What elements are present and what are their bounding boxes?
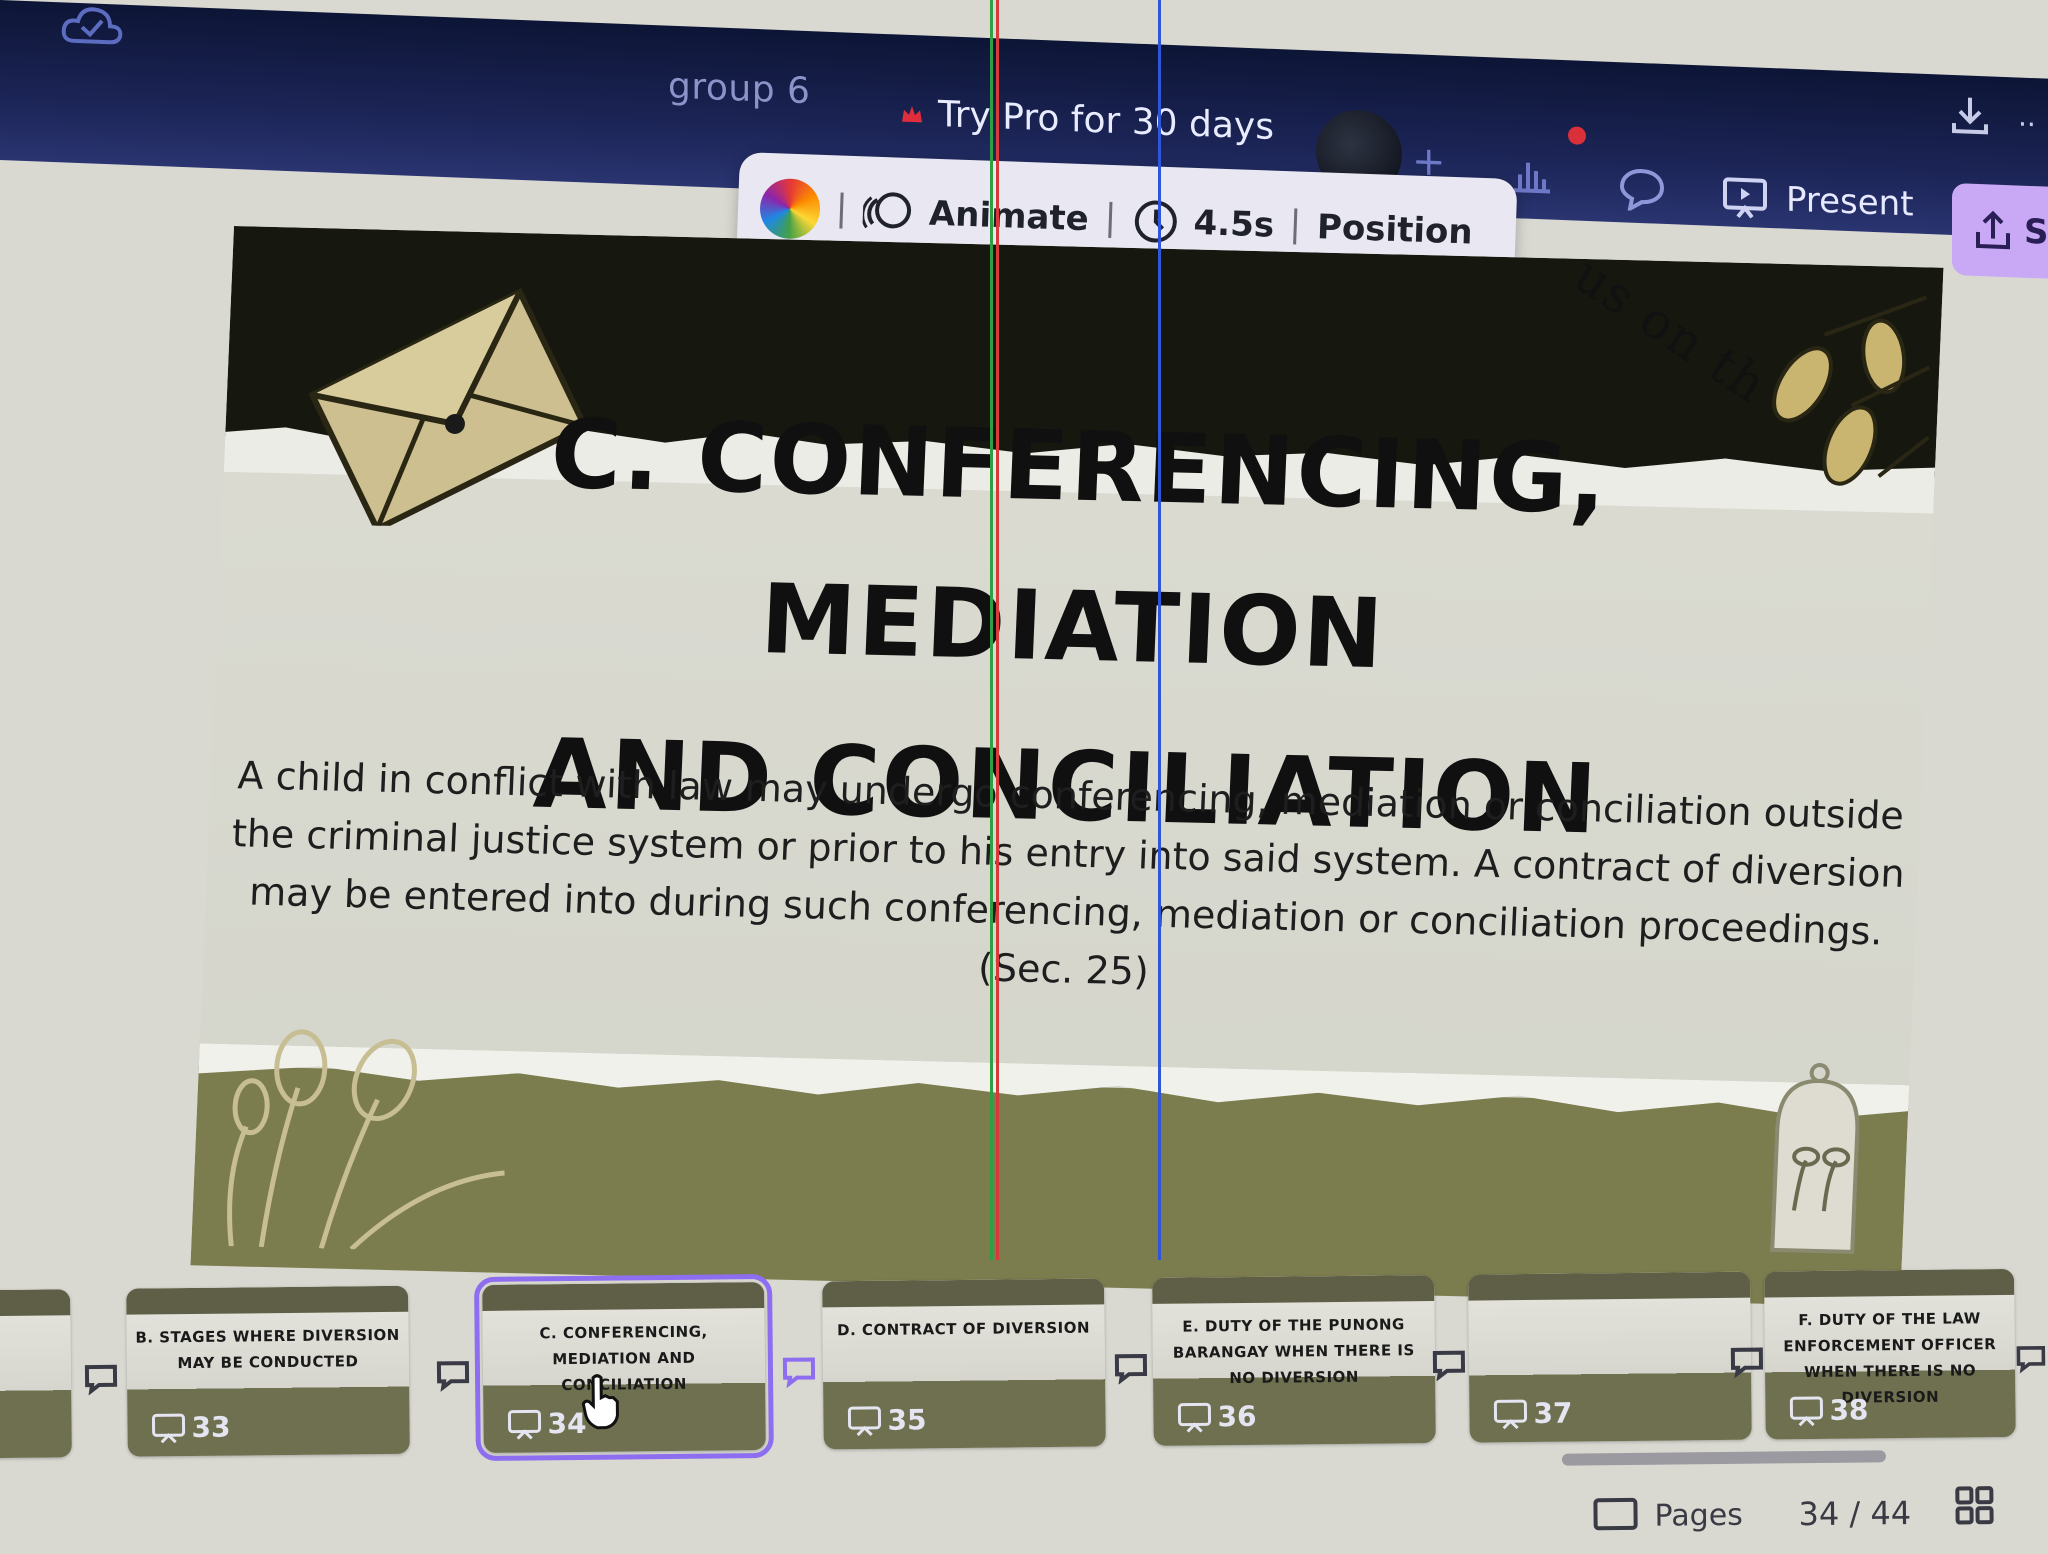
page-number-label: 35 — [887, 1403, 927, 1437]
present-button[interactable]: Present — [1722, 176, 1914, 225]
thumbnail-title — [1476, 1308, 1742, 1311]
slide-title-line1: C. CONFERENCING, MEDIATION — [548, 397, 1611, 691]
page-number-label: 36 — [1217, 1399, 1257, 1434]
animate-icon — [862, 192, 912, 229]
thumbnail-header — [126, 1285, 409, 1315]
notification-dot — [1568, 126, 1586, 145]
timing-button[interactable]: 4.5s — [1131, 197, 1275, 250]
thumbnail-header — [0, 1289, 71, 1319]
thumbnail-scrollbar[interactable] — [1561, 1450, 1887, 1466]
try-pro-link[interactable]: Try Pro for 30 days — [900, 93, 1274, 148]
thumbnail-header — [1468, 1271, 1751, 1301]
page-thumbnail[interactable]: 37 — [1468, 1271, 1752, 1443]
insights-chart-icon[interactable] — [1510, 154, 1554, 196]
comment-icon[interactable] — [1618, 166, 1666, 213]
crown-icon — [902, 105, 922, 122]
page-thumbnail-selected[interactable]: C. CONFERENCING, MEDIATION AND CONCILIAT… — [474, 1273, 774, 1462]
slide-body-text[interactable]: A child in conflict with law may undergo… — [222, 746, 1911, 1019]
color-picker-icon[interactable] — [759, 177, 822, 240]
page-thumbnail-strip: B. STAGES WHERE DIVERSION MAY BE CONDUCT… — [0, 1259, 2048, 1536]
slide-icon — [1789, 1395, 1824, 1426]
thumbnail-header — [1152, 1274, 1435, 1304]
slide-icon — [151, 1413, 186, 1443]
cloud-saved-icon[interactable] — [60, 2, 124, 48]
page-thumbnail[interactable]: B. STAGES WHERE DIVERSION MAY BE CONDUCT… — [126, 1285, 410, 1457]
duration-label: 4.5s — [1192, 202, 1275, 246]
page-number-label: 33 — [191, 1410, 231, 1445]
slide-icon — [847, 1405, 882, 1436]
page-number-label: 37 — [1533, 1396, 1573, 1430]
toolbar-divider — [839, 192, 844, 229]
thumbnail-page-number: 37 — [1493, 1396, 1573, 1431]
notes-icon[interactable] — [1729, 1344, 1765, 1378]
notes-icon[interactable] — [435, 1357, 471, 1392]
page-counter: 34 / 44 — [1798, 1494, 1912, 1534]
page-number-label: 38 — [1829, 1393, 1869, 1427]
thumbnail-page-number: 36 — [1177, 1399, 1257, 1434]
project-name[interactable]: group 6 — [668, 66, 810, 112]
notes-icon[interactable] — [83, 1361, 119, 1396]
download-icon[interactable] — [1950, 93, 1990, 137]
page-thumbnail[interactable]: F. DUTY OF THE LAW ENFORCEMENT OFFICER W… — [1764, 1268, 2016, 1440]
notes-icon[interactable] — [781, 1353, 817, 1388]
slide-icon — [507, 1409, 542, 1440]
page-thumbnail[interactable]: E. DUTY OF THE PUNONG BARANGAY WHEN THER… — [1152, 1274, 1436, 1446]
slide-icon — [1177, 1402, 1212, 1433]
share-button[interactable]: S — [1952, 182, 2048, 280]
thumbnail-page-number: 34 — [507, 1407, 587, 1441]
position-button[interactable]: Position — [1316, 207, 1473, 252]
thumbnail-page-number: 33 — [151, 1410, 231, 1445]
more-options-icon[interactable]: ·· — [2018, 108, 2036, 142]
thumbnail-header — [822, 1278, 1105, 1308]
terrarium-jar-illustration — [1770, 1062, 1860, 1254]
try-pro-label: Try Pro for 30 days — [938, 94, 1274, 148]
notes-icon[interactable] — [1431, 1347, 1467, 1382]
thumbnail-page-number: 35 — [847, 1403, 927, 1437]
thumbnail-page-number: 38 — [1789, 1393, 1869, 1427]
pages-icon[interactable] — [1592, 1497, 1638, 1531]
share-icon — [1976, 210, 2010, 250]
animate-label: Animate — [928, 193, 1090, 240]
thumbnail-title: B. STAGES WHERE DIVERSION MAY BE CONDUCT… — [135, 1325, 400, 1373]
thumbnail-header — [1764, 1268, 2015, 1298]
position-label: Position — [1316, 207, 1474, 253]
notes-icon[interactable] — [2015, 1341, 2047, 1375]
toolbar-divider — [1293, 208, 1298, 245]
notes-icon[interactable] — [1113, 1350, 1149, 1385]
toolbar-divider — [1108, 201, 1113, 239]
slide-icon — [1493, 1399, 1528, 1429]
page-thumbnail[interactable] — [0, 1289, 72, 1461]
thumbnail-header — [482, 1281, 765, 1311]
alignment-guide-blue — [1158, 0, 1161, 1260]
grid-view-icon[interactable] — [1954, 1485, 1994, 1525]
pages-button-label[interactable]: Pages — [1654, 1498, 1743, 1534]
slide-canvas[interactable]: us on th C. CONFERENCING, MEDIATION AND … — [190, 226, 1944, 1308]
share-label: S — [2024, 211, 2048, 253]
alignment-guide-green — [990, 0, 993, 1260]
slide-body-paragraph: A child in conflict with law may undergo… — [231, 753, 1906, 954]
hand-cursor-icon — [581, 1374, 619, 1430]
clock-icon — [1134, 200, 1177, 243]
tulips-illustration — [227, 1029, 505, 1251]
present-icon — [1723, 177, 1767, 219]
present-label: Present — [1786, 179, 1914, 225]
alignment-guide-red — [996, 0, 999, 1260]
thumbnail-title: C. CONFERENCING, MEDIATION AND CONCILIAT… — [539, 1322, 708, 1395]
page-thumbnail[interactable]: D. CONTRACT OF DIVERSION 35 — [822, 1278, 1106, 1450]
animate-button[interactable]: Animate — [862, 187, 1089, 243]
thumbnail-title: E. DUTY OF THE PUNONG BARANGAY WHEN THER… — [1172, 1315, 1415, 1388]
thumbnail-title: D. CONTRACT OF DIVERSION — [837, 1318, 1091, 1340]
